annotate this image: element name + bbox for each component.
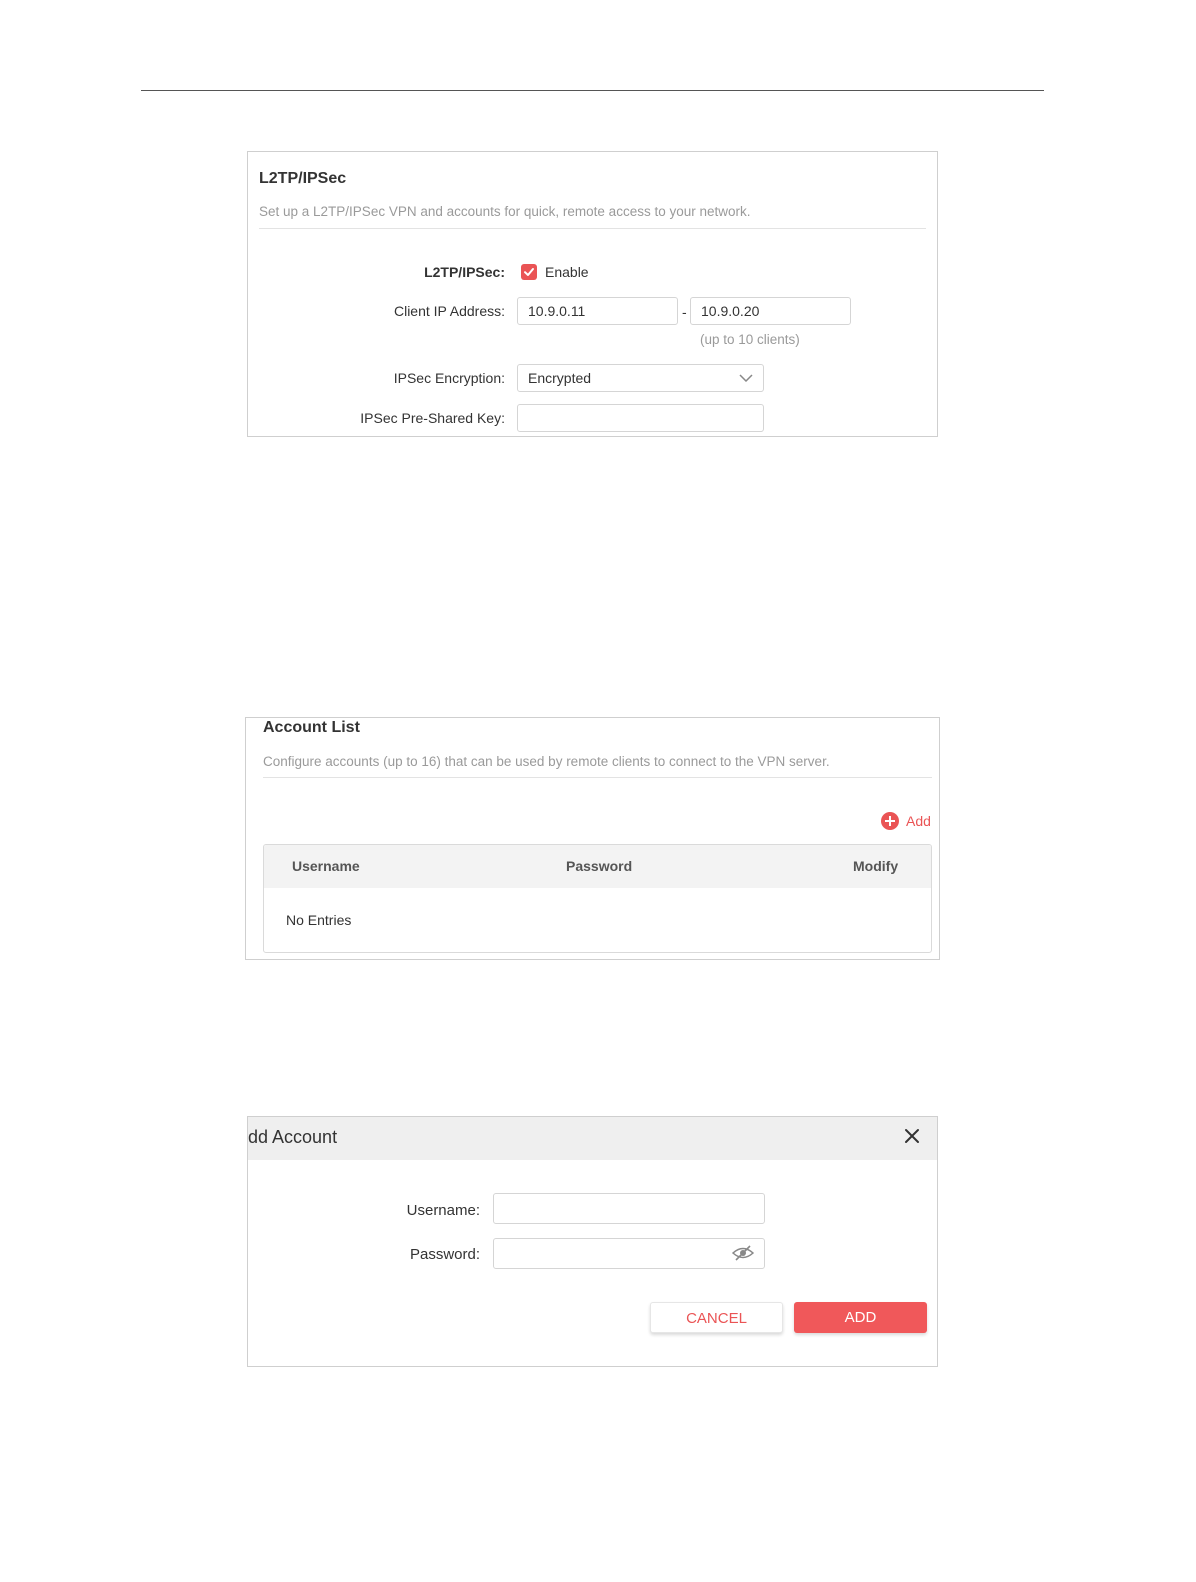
table-header: Username Password Modify xyxy=(264,845,931,888)
panel-description: Configure accounts (up to 16) that can b… xyxy=(263,754,830,769)
encryption-label: IPSec Encryption: xyxy=(393,370,505,386)
psk-label: IPSec Pre-Shared Key: xyxy=(360,410,505,426)
add-account-dialog: dd Account Username: Password: CANCEL AD… xyxy=(247,1116,938,1367)
password-label: Password: xyxy=(409,1246,480,1263)
checkbox-checked-icon xyxy=(524,268,534,276)
empty-state-text: No Entries xyxy=(286,912,352,928)
dialog-title: dd Account xyxy=(248,1127,338,1147)
client-ip-separator: - xyxy=(682,304,687,320)
panel-description: Set up a L2TP/IPSec VPN and accounts for… xyxy=(259,204,751,219)
panel-title: Account List xyxy=(263,719,360,736)
encryption-selected-value: Encrypted xyxy=(528,370,592,386)
client-ip-note: (up to 10 clients) xyxy=(700,332,800,347)
divider xyxy=(259,228,926,229)
username-input[interactable] xyxy=(493,1193,765,1224)
add-label: Add xyxy=(906,813,931,829)
add-account-button[interactable]: Add xyxy=(881,812,931,830)
close-icon[interactable] xyxy=(903,1127,921,1145)
top-rule xyxy=(141,90,1044,91)
column-password: Password xyxy=(566,858,633,874)
cancel-button[interactable]: CANCEL xyxy=(650,1302,783,1333)
divider xyxy=(263,777,932,778)
dialog-header: dd Account xyxy=(248,1117,937,1160)
username-label: Username: xyxy=(406,1202,480,1219)
enable-text: Enable xyxy=(545,264,589,280)
account-list-panel: Account List Configure accounts (up to 1… xyxy=(245,717,940,960)
chevron-down-icon xyxy=(739,374,753,383)
psk-input[interactable] xyxy=(517,404,764,432)
client-ip-end-input[interactable]: 10.9.0.20 xyxy=(690,297,851,325)
l2tp-enable-label: L2TP/IPSec: xyxy=(424,264,505,280)
panel-title: L2TP/IPSec xyxy=(259,170,347,187)
eye-off-icon[interactable] xyxy=(732,1245,754,1261)
column-modify: Modify xyxy=(853,858,899,874)
add-button[interactable]: ADD xyxy=(794,1302,927,1333)
password-input[interactable] xyxy=(493,1238,765,1269)
client-ip-label: Client IP Address: xyxy=(393,303,505,319)
plus-circle-icon xyxy=(881,812,899,830)
l2tp-enable-checkbox[interactable] xyxy=(521,264,537,280)
l2tp-ipsec-panel: L2TP/IPSec Set up a L2TP/IPSec VPN and a… xyxy=(247,151,938,437)
client-ip-start-input[interactable]: 10.9.0.11 xyxy=(517,297,678,325)
column-username: Username xyxy=(292,858,360,874)
account-table: Username Password Modify No Entries xyxy=(263,844,932,953)
encryption-select[interactable]: Encrypted xyxy=(517,364,764,392)
